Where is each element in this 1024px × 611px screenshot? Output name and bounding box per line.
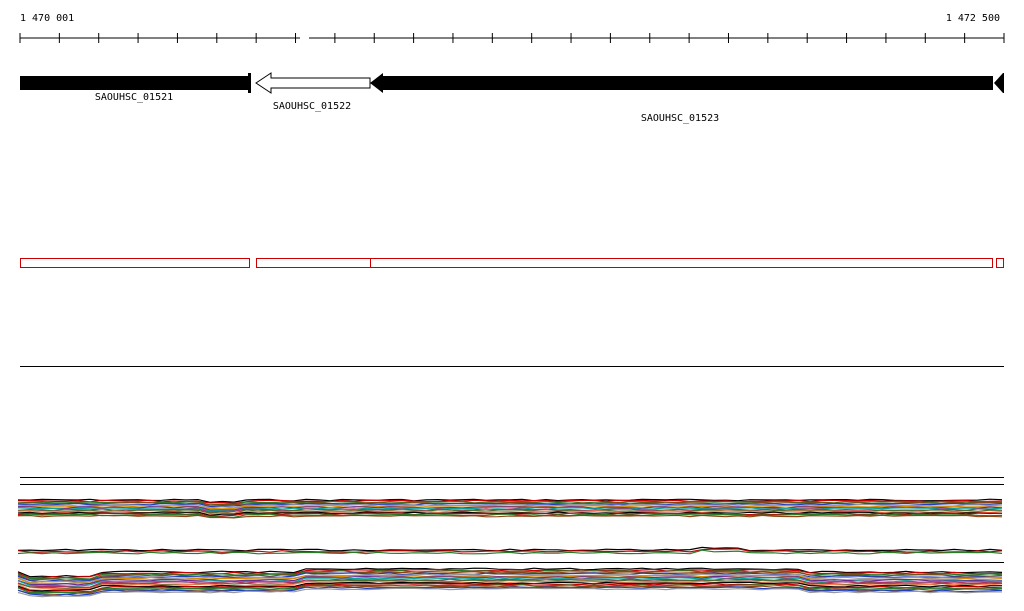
feature-box-01523[interactable] <box>370 258 993 268</box>
feature-box-01522[interactable] <box>256 258 371 268</box>
coverage-trace <box>17 546 1003 552</box>
gene-track <box>20 72 1004 94</box>
feature-box-partial[interactable] <box>996 258 1004 268</box>
coverage-traces-upper[interactable] <box>17 498 1003 519</box>
gene-label-01521: SAOUHSC_01521 <box>94 92 174 103</box>
feature-box-track <box>20 258 1004 268</box>
gene-saouhsc-01521[interactable] <box>20 73 251 93</box>
gene-saouhsc-01522[interactable] <box>255 72 371 94</box>
coverage-traces-middle[interactable] <box>17 546 1003 555</box>
coverage-traces-lower[interactable] <box>17 567 1003 598</box>
coordinate-ruler <box>19 33 1005 43</box>
gene-label-01523: SAOUHSC_01523 <box>640 113 720 124</box>
gene-partial-right[interactable] <box>994 73 1004 93</box>
gene-label-01522: SAOUHSC_01522 <box>272 101 352 112</box>
gene-saouhsc-01523[interactable] <box>370 73 993 93</box>
feature-box-01521[interactable] <box>20 258 250 268</box>
coverage-trace <box>17 514 1003 519</box>
